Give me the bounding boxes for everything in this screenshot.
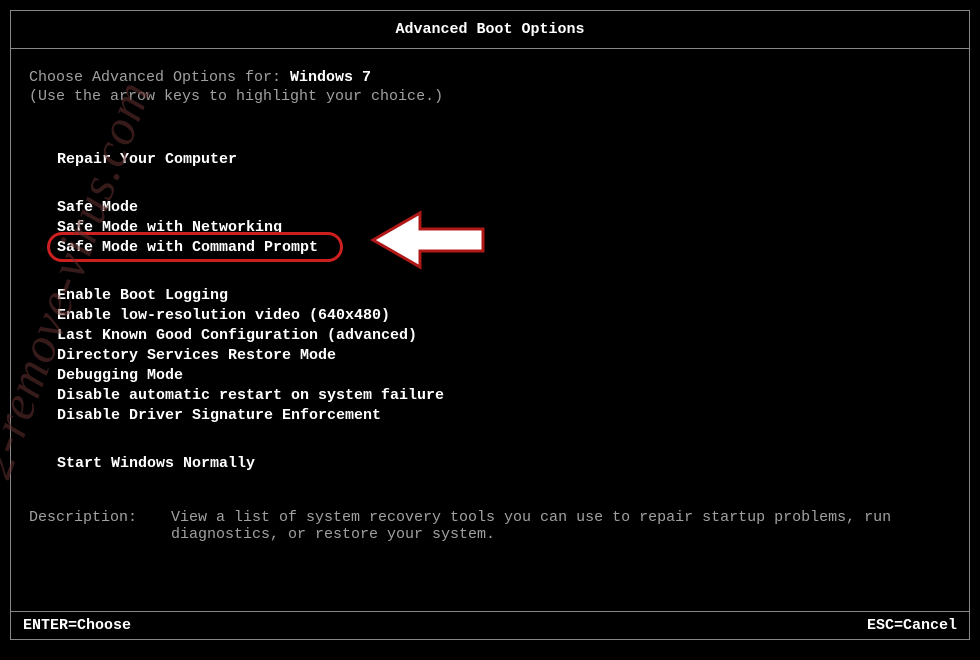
- menu-disable-driver-signature[interactable]: Disable Driver Signature Enforcement: [57, 406, 951, 426]
- menu-group-advanced: Enable Boot Logging Enable low-resolutio…: [57, 286, 951, 426]
- page-title: Advanced Boot Options: [11, 11, 969, 49]
- intro-hint: (Use the arrow keys to highlight your ch…: [29, 88, 951, 105]
- menu-disable-auto-restart[interactable]: Disable automatic restart on system fail…: [57, 386, 951, 406]
- menu-safe-mode-networking[interactable]: Safe Mode with Networking: [57, 218, 951, 238]
- content-area: Choose Advanced Options for: Windows 7 (…: [11, 49, 969, 543]
- description-block: Description: View a list of system recov…: [29, 509, 951, 543]
- boot-options-window: Advanced Boot Options Choose Advanced Op…: [10, 10, 970, 640]
- menu-last-known-good[interactable]: Last Known Good Configuration (advanced): [57, 326, 951, 346]
- footer-enter: ENTER=Choose: [23, 617, 131, 634]
- intro-prefix: Choose Advanced Options for:: [29, 69, 290, 86]
- menu-group-repair: Repair Your Computer: [57, 150, 951, 170]
- description-label: Description:: [29, 509, 171, 543]
- menu-enable-boot-logging[interactable]: Enable Boot Logging: [57, 286, 951, 306]
- footer-bar: ENTER=Choose ESC=Cancel: [11, 611, 969, 639]
- menu-group-safe: Safe Mode Safe Mode with Networking Safe…: [57, 198, 951, 258]
- menu-directory-services-restore[interactable]: Directory Services Restore Mode: [57, 346, 951, 366]
- menu-start-normally[interactable]: Start Windows Normally: [57, 454, 951, 474]
- menu-low-resolution[interactable]: Enable low-resolution video (640x480): [57, 306, 951, 326]
- menu-safe-mode-command-prompt[interactable]: Safe Mode with Command Prompt: [57, 238, 318, 258]
- menu-repair-computer[interactable]: Repair Your Computer: [57, 150, 951, 170]
- intro-line1: Choose Advanced Options for: Windows 7: [29, 69, 951, 86]
- footer-esc: ESC=Cancel: [867, 617, 957, 634]
- intro-block: Choose Advanced Options for: Windows 7 (…: [29, 69, 951, 105]
- description-text: View a list of system recovery tools you…: [171, 509, 951, 543]
- menu-safe-mode[interactable]: Safe Mode: [57, 198, 951, 218]
- os-name: Windows 7: [290, 69, 371, 86]
- menu-debugging-mode[interactable]: Debugging Mode: [57, 366, 951, 386]
- menu-group-normal: Start Windows Normally: [57, 454, 951, 474]
- highlighted-wrapper: Safe Mode with Command Prompt: [57, 238, 318, 258]
